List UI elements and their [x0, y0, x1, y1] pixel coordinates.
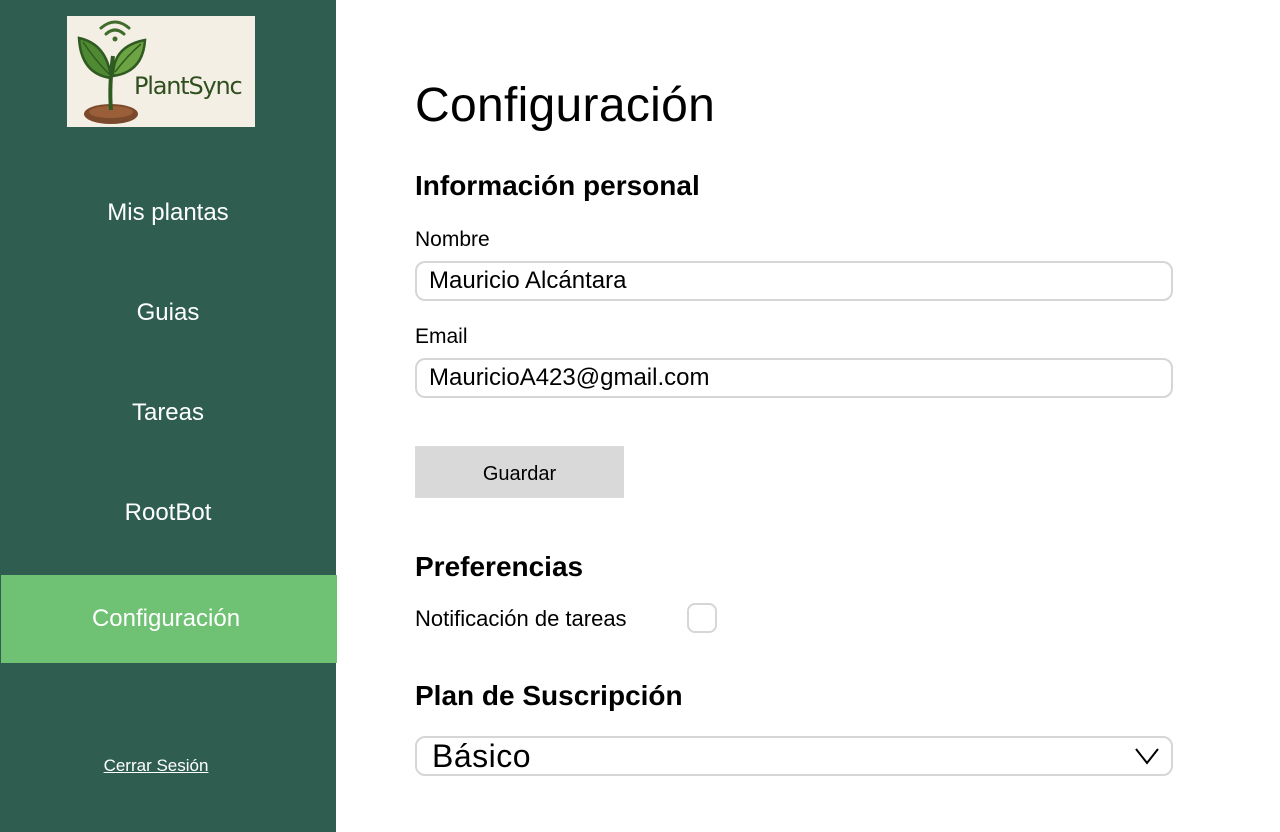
sidebar-item-configuracion[interactable]: Configuración	[1, 575, 337, 663]
logout-link[interactable]: Cerrar Sesión	[0, 756, 312, 776]
email-field[interactable]	[415, 358, 1173, 398]
sidebar-item-rootbot[interactable]: RootBot	[0, 469, 336, 557]
settings-panel: Configuración Información personal Nombr…	[415, 0, 1175, 832]
chevron-down-icon	[1135, 748, 1159, 765]
task-notification-label: Notificación de tareas	[415, 606, 627, 631]
sidebar-item-label: RootBot	[124, 499, 212, 526]
subscription-heading: Plan de Suscripción	[415, 680, 683, 711]
selected-plan-value: Básico	[432, 738, 532, 774]
name-field[interactable]	[415, 261, 1173, 301]
name-label: Nombre	[415, 228, 490, 251]
personal-info-heading: Información personal	[415, 170, 700, 201]
plantsync-logo[interactable]: PlantSync	[67, 16, 255, 127]
subscription-plan-select[interactable]: Básico	[415, 736, 1173, 776]
sidebar-item-label: Guias	[136, 299, 200, 326]
sidebar-item-mis-plantas[interactable]: Mis plantas	[0, 169, 336, 257]
sidebar-item-tareas[interactable]: Tareas	[0, 369, 336, 457]
sidebar-item-label: Configuración	[91, 605, 241, 632]
save-button[interactable]: Guardar	[415, 446, 624, 498]
preferences-heading: Preferencias	[415, 551, 584, 582]
sidebar-item-label: Tareas	[131, 399, 205, 426]
sidebar-item-guias[interactable]: Guias	[0, 269, 336, 357]
task-notification-checkbox[interactable]	[687, 603, 717, 633]
email-label: Email	[415, 325, 468, 348]
sidebar: PlantSync Mis plantas Guias Tareas RootB…	[0, 0, 337, 832]
logo-wordmark: PlantSync	[134, 72, 243, 100]
sidebar-item-label: Mis plantas	[107, 199, 229, 226]
page-title: Configuración	[415, 79, 716, 132]
